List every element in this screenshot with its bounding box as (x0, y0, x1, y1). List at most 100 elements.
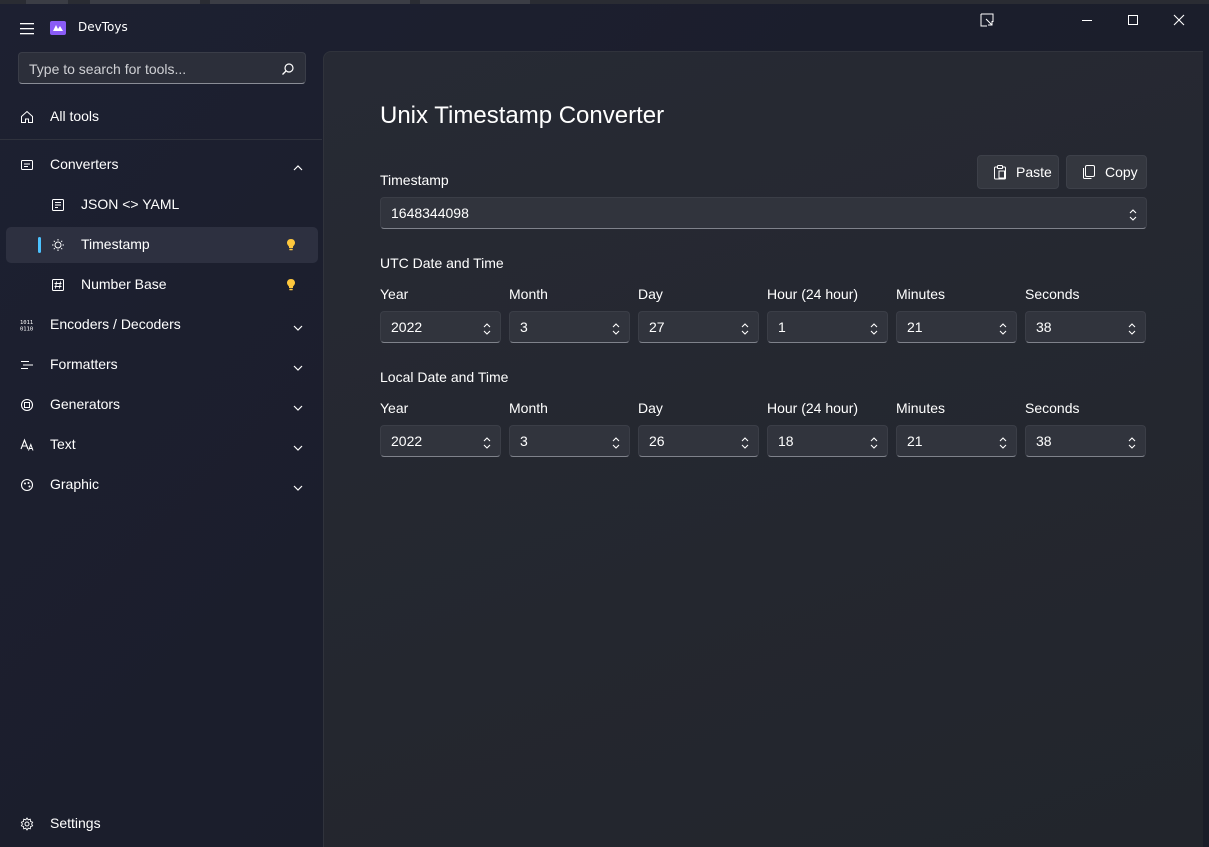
sidebar-item-label: Text (50, 436, 76, 452)
local-number-input[interactable]: 38 (1025, 425, 1146, 457)
svg-text:1011: 1011 (20, 320, 33, 326)
devtoys-logo-icon (50, 20, 66, 35)
utc-heading: UTC Date and Time (380, 255, 504, 271)
local-field-label: Seconds (1025, 400, 1080, 416)
copy-icon (1081, 164, 1097, 180)
utc-number-input[interactable]: 3 (509, 311, 630, 343)
text-icon (20, 438, 34, 452)
local-field-label: Minutes (896, 400, 946, 416)
chevron-down-icon[interactable] (292, 399, 304, 411)
sidebar-item-label: Graphic (50, 476, 100, 492)
utc-field-label: Seconds (1025, 286, 1080, 302)
spin-updown-icon[interactable] (611, 435, 621, 449)
chevron-down-icon[interactable] (292, 319, 304, 331)
hamburger-menu-icon[interactable] (14, 16, 40, 40)
local-heading: Local Date and Time (380, 369, 509, 385)
local-field-label: Day (638, 400, 663, 416)
home-icon (20, 110, 34, 124)
local-number-input[interactable]: 21 (896, 425, 1017, 457)
timestamp-label: Timestamp (380, 172, 449, 188)
sidebar-item-timestamp[interactable]: Timestamp (6, 227, 318, 263)
sidebar-item-converters[interactable]: Converters (6, 147, 318, 183)
copy-button[interactable]: Copy (1066, 155, 1147, 189)
spin-updown-icon[interactable] (1127, 321, 1137, 335)
local-number-input[interactable]: 26 (638, 425, 759, 457)
compact-overlay-icon[interactable] (964, 4, 1010, 36)
title-bar: DevToys (0, 4, 1209, 50)
chevron-down-icon[interactable] (292, 439, 304, 451)
sidebar-item-generators[interactable]: Generators (6, 387, 318, 423)
sidebar-item-graphic[interactable]: Graphic (6, 467, 318, 503)
utc-number-value: 2022 (391, 319, 423, 335)
copy-button-label: Copy (1105, 164, 1138, 180)
local-number-value: 21 (907, 433, 923, 449)
utc-number-value: 27 (649, 319, 665, 335)
app-window: DevToys All tools Converters (0, 0, 1209, 847)
sidebar-item-text[interactable]: Text (6, 427, 318, 463)
generators-icon (20, 398, 34, 412)
maximize-icon[interactable] (1110, 4, 1156, 36)
sidebar-item-encoders-decoders[interactable]: 1011 0110 Encoders / Decoders (6, 307, 318, 343)
encoders-decoders-icon: 1011 0110 (20, 318, 34, 332)
timestamp-input[interactable]: 1648344098 (380, 197, 1147, 229)
sidebar-item-label: Converters (50, 156, 119, 172)
sidebar-item-label: Settings (50, 815, 101, 831)
local-number-input[interactable]: 3 (509, 425, 630, 457)
chevron-up-icon[interactable] (292, 159, 304, 171)
local-number-input[interactable]: 2022 (380, 425, 501, 457)
utc-number-input[interactable]: 21 (896, 311, 1017, 343)
search-input[interactable] (29, 59, 269, 79)
spin-updown-icon[interactable] (869, 321, 879, 335)
local-number-value: 2022 (391, 433, 423, 449)
sidebar-item-formatters[interactable]: Formatters (6, 347, 318, 383)
spin-updown-icon[interactable] (740, 321, 750, 335)
utc-number-input[interactable]: 1 (767, 311, 888, 343)
utc-number-value: 3 (520, 319, 528, 335)
page-title: Unix Timestamp Converter (380, 102, 665, 129)
utc-field-label: Day (638, 286, 663, 302)
utc-number-value: 38 (1036, 319, 1052, 335)
utc-number-value: 21 (907, 319, 923, 335)
spin-updown-icon[interactable] (869, 435, 879, 449)
chevron-down-icon[interactable] (292, 359, 304, 371)
sidebar-item-json-yaml[interactable]: JSON <> YAML (6, 187, 318, 223)
local-field-label: Year (380, 400, 409, 416)
spin-updown-icon[interactable] (482, 321, 492, 335)
svg-text:0110: 0110 (20, 327, 33, 333)
sidebar-item-label: Timestamp (81, 236, 150, 252)
minimize-icon[interactable] (1064, 4, 1110, 36)
spin-updown-icon[interactable] (1127, 435, 1137, 449)
number-base-icon (51, 278, 65, 292)
sidebar-item-label: Number Base (81, 276, 167, 292)
spin-updown-icon[interactable] (740, 435, 750, 449)
sidebar-item-all-tools[interactable]: All tools (6, 99, 318, 135)
local-number-value: 18 (778, 433, 794, 449)
local-number-value: 3 (520, 433, 528, 449)
main-content: Unix Timestamp Converter Paste Copy Time… (323, 51, 1203, 847)
graphic-icon (20, 478, 34, 492)
spin-updown-icon[interactable] (482, 435, 492, 449)
sidebar-item-number-base[interactable]: Number Base (6, 267, 318, 303)
formatters-icon (20, 358, 34, 372)
sidebar-item-label: Formatters (50, 356, 118, 372)
utc-number-input[interactable]: 38 (1025, 311, 1146, 343)
sidebar-item-label: Encoders / Decoders (50, 316, 181, 332)
sidebar-item-settings[interactable]: Settings (6, 806, 318, 842)
paste-button-label: Paste (1016, 164, 1052, 180)
spin-updown-icon[interactable] (998, 435, 1008, 449)
paste-button[interactable]: Paste (977, 155, 1059, 189)
chevron-down-icon[interactable] (292, 479, 304, 491)
clipboard-paste-icon (992, 164, 1008, 180)
sidebar-item-label: JSON <> YAML (81, 196, 180, 212)
app-title: DevToys (78, 20, 128, 34)
local-number-value: 38 (1036, 433, 1052, 449)
search-icon[interactable] (281, 61, 295, 75)
spin-updown-icon[interactable] (1128, 207, 1138, 221)
local-number-input[interactable]: 18 (767, 425, 888, 457)
spin-updown-icon[interactable] (611, 321, 621, 335)
local-number-value: 26 (649, 433, 665, 449)
close-icon[interactable] (1156, 4, 1202, 36)
spin-updown-icon[interactable] (998, 321, 1008, 335)
utc-number-input[interactable]: 27 (638, 311, 759, 343)
utc-number-input[interactable]: 2022 (380, 311, 501, 343)
